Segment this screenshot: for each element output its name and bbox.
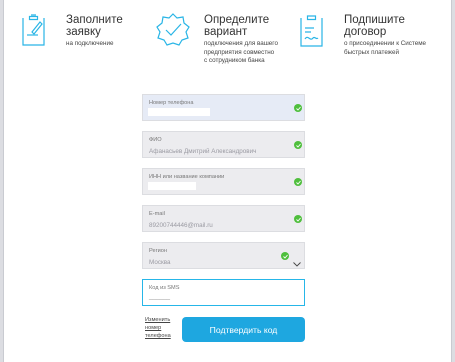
email-field-label: E-mail [149, 211, 165, 217]
change-phone-link[interactable]: Изменить номер телефона [145, 316, 171, 340]
confirm-code-button[interactable]: Подтвердить код [182, 317, 305, 342]
inn-field-label: ИНН или название компании [149, 174, 225, 180]
region-select-label: Регион [149, 248, 167, 254]
valid-check-icon [294, 178, 302, 186]
step-title: Заполните заявку [66, 14, 123, 38]
valid-check-icon [294, 104, 302, 112]
phone-field-label: Номер телефона [149, 100, 194, 106]
redaction-mask [148, 108, 210, 116]
sms-code-field[interactable]: Код из SMS ______ [142, 279, 305, 306]
region-select[interactable]: Регион Москва [142, 242, 305, 269]
valid-check-icon [294, 141, 302, 149]
valid-check-icon [281, 252, 289, 260]
step-description: о присоединении к Системе быстрых платеж… [344, 40, 427, 56]
phone-field[interactable]: Номер телефона [142, 94, 305, 121]
email-field[interactable]: E-mail 89200744446@mail.ru [142, 205, 305, 232]
redaction-mask [148, 182, 196, 190]
step-title: Подпишите договор [344, 14, 405, 38]
email-field-value: 89200744446@mail.ru [149, 221, 213, 229]
page: Заполните заявку на подключение Определи… [3, 0, 452, 362]
fio-field[interactable]: ФИО Афанасьев Дмитрий Александрович [142, 131, 305, 158]
valid-check-icon [294, 215, 302, 223]
clipboard-signature-icon [300, 12, 326, 53]
step-description: подключения для вашего предприятия совме… [204, 40, 278, 65]
region-select-value: Москва [149, 258, 171, 266]
step-fill-application: Заполните заявку на подключение [4, 0, 154, 60]
fio-field-label: ФИО [149, 137, 162, 143]
step-sign-contract: Подпишите договор о присоединении к Сист… [294, 0, 453, 65]
step-title: Определите вариант [204, 14, 270, 38]
inn-field[interactable]: ИНН или название компании [142, 168, 305, 195]
badge-check-icon [155, 12, 191, 53]
sms-code-placeholder: ______ [149, 293, 171, 300]
step-choose-option: Определите вариант подключения для вашег… [154, 0, 299, 75]
fio-field-value: Афанасьев Дмитрий Александрович [149, 147, 257, 155]
sms-code-field-label: Код из SMS [149, 285, 180, 291]
chevron-down-icon[interactable] [293, 254, 301, 272]
clipboard-edit-icon [22, 12, 50, 55]
step-description: на подключение [66, 40, 114, 47]
